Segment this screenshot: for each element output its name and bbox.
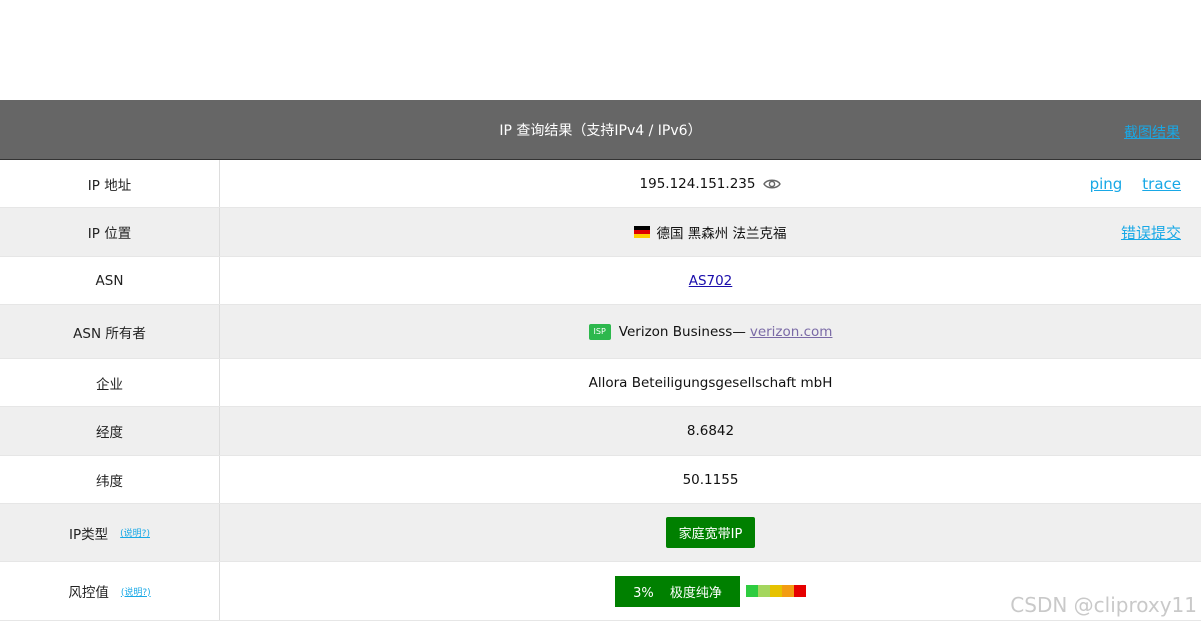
risk-meter-segment — [745, 585, 758, 597]
ip-location-label: IP 位置 — [0, 208, 220, 256]
company-value: Allora Beteiligungsgesellschaft mbH — [588, 374, 833, 391]
top-blank-area — [0, 0, 1201, 100]
row-ip-address: IP 地址 195.124.151.235 ping trace — [0, 160, 1201, 208]
ip-location-value-cell: 德国 黑森州 法兰克福 — [220, 208, 1201, 256]
risk-percent: 3% — [633, 585, 654, 601]
isp-badge: ISP — [588, 323, 611, 340]
ip-type-value-cell: 家庭宽带IP — [220, 504, 1201, 561]
row-ip-location: IP 位置 德国 黑森州 法兰克福 错误提交 — [0, 208, 1201, 257]
risk-label-cell: 风控值 (说明?) — [0, 562, 220, 620]
company-label: 企业 — [0, 359, 220, 406]
row-asn: ASN AS702 — [0, 257, 1201, 305]
row-ip-type: IP类型 (说明?) 家庭宽带IP — [0, 504, 1201, 562]
risk-level: 极度纯净 — [669, 585, 722, 601]
result-title: IP 查询结果（支持IPv4 / IPv6） — [499, 122, 702, 139]
risk-meter-segment — [757, 585, 770, 597]
ip-type-label-cell: IP类型 (说明?) — [0, 504, 220, 561]
ip-address-value-cell: 195.124.151.235 — [220, 160, 1201, 207]
row-longitude: 经度 8.6842 — [0, 407, 1201, 456]
risk-meter-segment — [781, 585, 794, 597]
germany-flag-icon — [634, 226, 651, 238]
row-latitude: 纬度 50.1155 — [0, 456, 1201, 504]
ip-location-value: 德国 黑森州 法兰克福 — [656, 226, 787, 242]
risk-meter — [745, 585, 806, 597]
location-tools: 错误提交 — [1121, 208, 1181, 256]
report-error-link[interactable]: 错误提交 — [1121, 222, 1181, 243]
ping-link[interactable]: ping — [1090, 175, 1123, 193]
asn-owner-domain-link[interactable]: verizon.com — [750, 324, 833, 340]
csdn-watermark: CSDN @cliproxy11 — [1010, 593, 1197, 617]
trace-link[interactable]: trace — [1142, 175, 1181, 193]
ip-address-label: IP 地址 — [0, 160, 220, 207]
risk-help-link[interactable]: (说明?) — [121, 585, 151, 598]
longitude-value: 8.6842 — [686, 423, 735, 439]
ip-type-label: IP类型 — [69, 526, 109, 543]
asn-owner-label: ASN 所有者 — [0, 305, 220, 358]
latitude-label: 纬度 — [0, 456, 220, 503]
risk-meter-segment — [769, 585, 782, 597]
ip-address-value: 195.124.151.235 — [639, 175, 756, 192]
asn-label: ASN — [0, 257, 220, 304]
asn-link[interactable]: AS702 — [689, 273, 733, 289]
risk-meter-segment — [793, 585, 806, 597]
asn-value-cell: AS702 — [220, 257, 1201, 304]
longitude-label: 经度 — [0, 407, 220, 455]
ip-type-badge: 家庭宽带IP — [665, 517, 756, 548]
asn-owner-name: Verizon Business— — [618, 323, 746, 340]
risk-label: 风控值 — [68, 585, 109, 601]
result-header: IP 查询结果（支持IPv4 / IPv6） 截图结果 — [0, 100, 1201, 160]
row-company: 企业 Allora Beteiligungsgesellschaft mbH — [0, 359, 1201, 407]
eye-icon[interactable] — [763, 178, 782, 190]
risk-badge: 3% 极度纯净 — [615, 575, 740, 607]
ip-type-help-link[interactable]: (说明?) — [120, 526, 150, 539]
ip-tools: ping trace — [1090, 160, 1181, 207]
row-asn-owner: ASN 所有者 ISP Verizon Business— verizon.co… — [0, 305, 1201, 359]
screenshot-link[interactable]: 截图结果 — [1124, 122, 1180, 142]
latitude-value: 50.1155 — [682, 471, 739, 488]
asn-owner-value-cell: ISP Verizon Business— verizon.com — [220, 305, 1201, 358]
